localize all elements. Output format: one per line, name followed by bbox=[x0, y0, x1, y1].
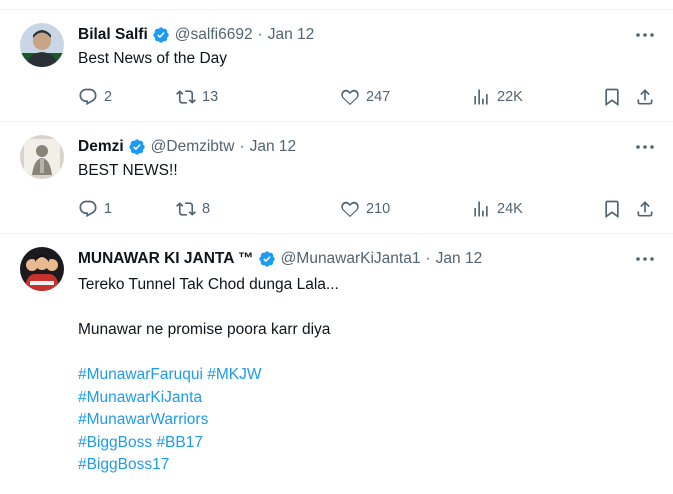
share-button[interactable] bbox=[635, 86, 655, 108]
avatar[interactable] bbox=[20, 23, 64, 67]
reply-icon bbox=[79, 200, 97, 218]
tweet-text-line: Tereko Tunnel Tak Chod dunga Lala... bbox=[78, 276, 339, 293]
views-icon bbox=[474, 201, 488, 217]
hashtag-link[interactable]: #MunawarFaruqui #MKJW bbox=[78, 364, 339, 387]
bookmark-button[interactable] bbox=[602, 86, 622, 108]
author-handle[interactable]: @salfi6692 bbox=[175, 26, 253, 44]
like-icon bbox=[341, 89, 359, 106]
bookmark-icon bbox=[605, 88, 619, 107]
reply-icon bbox=[79, 88, 97, 106]
separator-dot: · bbox=[257, 26, 263, 43]
tweet-text: BEST NEWS!! bbox=[78, 162, 178, 179]
hashtag-link[interactable]: #MunawarKiJanta bbox=[78, 387, 339, 410]
like-count: 247 bbox=[366, 89, 391, 105]
avatar[interactable] bbox=[20, 135, 64, 179]
more-options-icon[interactable] bbox=[635, 26, 655, 44]
views-button[interactable]: 24K bbox=[471, 198, 523, 220]
separator-dot: · bbox=[239, 138, 245, 155]
tweet[interactable]: MUNAWAR KI JANTA ™ @MunawarKiJanta1 · Ja… bbox=[0, 234, 673, 494]
author-name[interactable]: MUNAWAR KI JANTA ™ bbox=[78, 250, 254, 268]
share-icon bbox=[637, 89, 653, 105]
views-button[interactable]: 22K bbox=[471, 86, 523, 108]
like-count: 210 bbox=[366, 201, 391, 217]
reply-count: 2 bbox=[104, 89, 113, 105]
views-count: 22K bbox=[497, 89, 523, 105]
views-icon bbox=[474, 89, 488, 105]
author-name[interactable]: Bilal Salfi bbox=[78, 26, 148, 44]
verified-badge-icon[interactable] bbox=[128, 138, 146, 156]
like-icon bbox=[341, 201, 359, 218]
avatar[interactable] bbox=[20, 247, 64, 291]
views-count: 24K bbox=[497, 201, 523, 217]
tweet-header: MUNAWAR KI JANTA ™ @MunawarKiJanta1 · Ja… bbox=[78, 249, 482, 269]
retweet-icon bbox=[176, 202, 196, 216]
tweet-text-line: Munawar ne promise poora karr diya bbox=[78, 321, 331, 338]
bookmark-icon bbox=[605, 200, 619, 219]
reply-button[interactable]: 2 bbox=[78, 86, 112, 108]
verified-badge-icon[interactable] bbox=[258, 250, 276, 268]
more-options-icon[interactable] bbox=[635, 250, 655, 268]
hashtag-link[interactable]: #BiggBoss #BB17 bbox=[78, 432, 339, 455]
share-icon bbox=[637, 201, 653, 217]
bookmark-button[interactable] bbox=[602, 198, 622, 220]
tweet-date[interactable]: Jan 12 bbox=[268, 26, 315, 44]
tweet-actions: 1 8 210 24K bbox=[78, 198, 658, 220]
reply-button[interactable]: 1 bbox=[78, 198, 112, 220]
reply-count: 1 bbox=[104, 201, 113, 217]
retweet-count: 8 bbox=[202, 201, 211, 217]
more-options-icon[interactable] bbox=[635, 138, 655, 156]
verified-badge-icon[interactable] bbox=[152, 26, 170, 44]
like-button[interactable]: 210 bbox=[340, 198, 390, 220]
author-handle[interactable]: @Demzibtw bbox=[151, 138, 235, 156]
tweet[interactable]: Bilal Salfi @salfi6692 · Jan 12 Best New… bbox=[0, 10, 673, 122]
hashtag-link[interactable]: #MunawarWarriors bbox=[78, 409, 339, 432]
tweet-date[interactable]: Jan 12 bbox=[250, 138, 297, 156]
tweet[interactable]: Demzi @Demzibtw · Jan 12 BEST NEWS!! 1 8… bbox=[0, 122, 673, 234]
like-button[interactable]: 247 bbox=[340, 86, 390, 108]
tweet-actions: 2 13 247 22K bbox=[78, 86, 658, 108]
retweet-icon bbox=[176, 90, 196, 104]
retweet-button[interactable]: 8 bbox=[176, 198, 210, 220]
author-handle[interactable]: @MunawarKiJanta1 bbox=[281, 250, 421, 268]
hashtag-link[interactable]: #BiggBoss17 bbox=[78, 454, 339, 477]
share-button[interactable] bbox=[635, 198, 655, 220]
author-name[interactable]: Demzi bbox=[78, 138, 124, 156]
tweet-text: Tereko Tunnel Tak Chod dunga Lala... Mun… bbox=[78, 274, 339, 477]
tweet-header: Demzi @Demzibtw · Jan 12 bbox=[78, 137, 296, 157]
tweet-header: Bilal Salfi @salfi6692 · Jan 12 bbox=[78, 25, 314, 45]
tweet-date[interactable]: Jan 12 bbox=[436, 250, 483, 268]
retweet-button[interactable]: 13 bbox=[176, 86, 218, 108]
separator-dot: · bbox=[425, 250, 431, 267]
retweet-count: 13 bbox=[202, 89, 219, 105]
tweet-text: Best News of the Day bbox=[78, 50, 228, 67]
